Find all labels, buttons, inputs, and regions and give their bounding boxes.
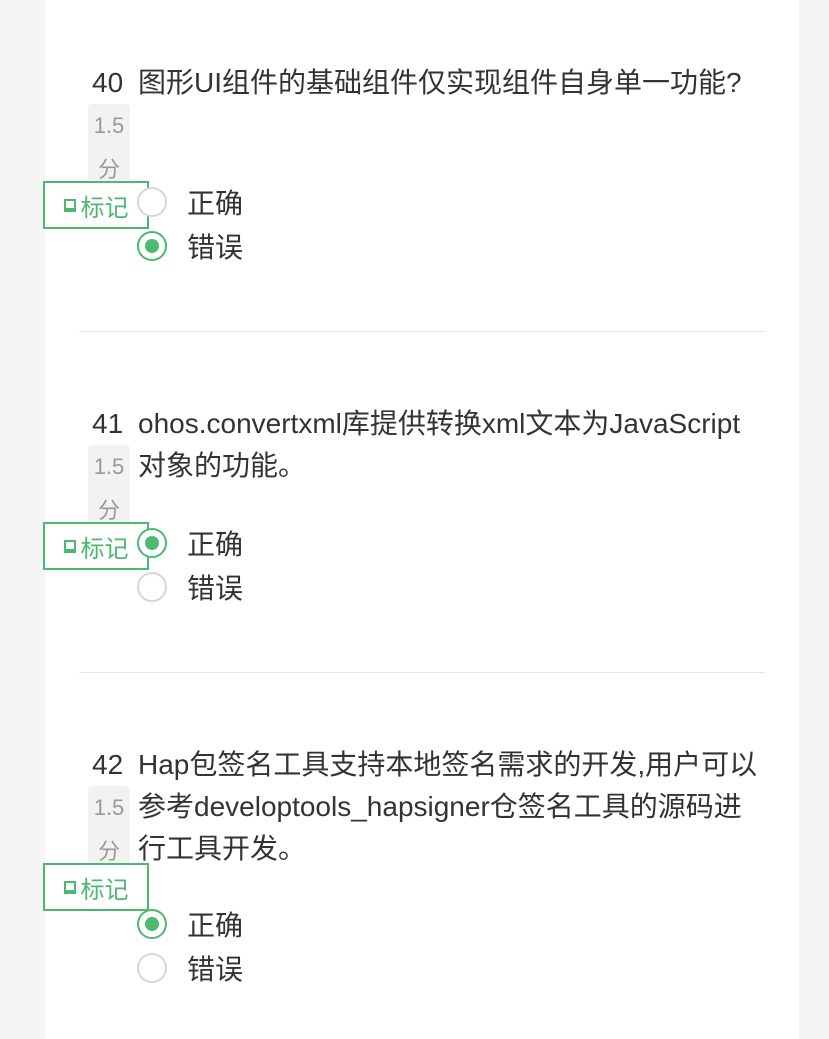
mark-button[interactable]: 标记 bbox=[43, 181, 149, 229]
radio-button-selected[interactable] bbox=[137, 528, 167, 558]
radio-button-selected[interactable] bbox=[137, 909, 167, 939]
score-value: 1.5 bbox=[93, 795, 125, 820]
mark-label: 标记 bbox=[80, 535, 129, 563]
flag-icon bbox=[63, 539, 76, 553]
question-number: 42 bbox=[92, 749, 124, 780]
question-list: 40 图形UI组件的基础组件仅实现组件自身单一功能? 1.5 分 标记 正确 错… bbox=[43, 0, 799, 1039]
flag-icon bbox=[63, 198, 76, 212]
score-badge: 1.5 分 bbox=[88, 104, 130, 192]
option-label: 正确 bbox=[187, 529, 244, 560]
option-label: 错误 bbox=[187, 954, 244, 985]
score-value: 1.5 bbox=[93, 113, 125, 138]
option-label: 错误 bbox=[187, 232, 244, 263]
divider bbox=[79, 331, 765, 332]
score-badge: 1.5 分 bbox=[88, 445, 130, 533]
radio-button-selected[interactable] bbox=[137, 231, 167, 261]
divider bbox=[79, 672, 765, 673]
score-badge: 1.5 分 bbox=[88, 786, 130, 874]
option-wrong[interactable]: 错误 bbox=[137, 946, 243, 990]
option-label: 错误 bbox=[187, 573, 244, 604]
option-correct[interactable]: 正确 bbox=[137, 902, 243, 946]
radio-button[interactable] bbox=[137, 953, 167, 983]
flag-icon bbox=[63, 880, 76, 894]
option-wrong[interactable]: 错误 bbox=[137, 224, 243, 268]
mark-button[interactable]: 标记 bbox=[43, 522, 149, 570]
option-correct[interactable]: 正确 bbox=[137, 180, 243, 224]
mark-label: 标记 bbox=[80, 876, 129, 904]
option-label: 正确 bbox=[187, 188, 244, 219]
option-wrong[interactable]: 错误 bbox=[137, 565, 243, 609]
option-label: 正确 bbox=[187, 910, 244, 941]
question-text: ohos.convertxml库提供转换xml文本为JavaScript对象的功… bbox=[138, 408, 741, 481]
radio-button[interactable] bbox=[137, 187, 167, 217]
radio-button[interactable] bbox=[137, 572, 167, 602]
question-number: 40 bbox=[92, 67, 124, 98]
question-text: Hap包签名工具支持本地签名需求的开发,用户可以参考developtools_h… bbox=[138, 749, 758, 864]
question-text: 图形UI组件的基础组件仅实现组件自身单一功能? bbox=[138, 67, 742, 98]
mark-button[interactable]: 标记 bbox=[43, 863, 149, 911]
score-value: 1.5 bbox=[93, 454, 125, 479]
mark-label: 标记 bbox=[80, 194, 129, 222]
question-number: 41 bbox=[92, 408, 124, 439]
option-correct[interactable]: 正确 bbox=[137, 521, 243, 565]
